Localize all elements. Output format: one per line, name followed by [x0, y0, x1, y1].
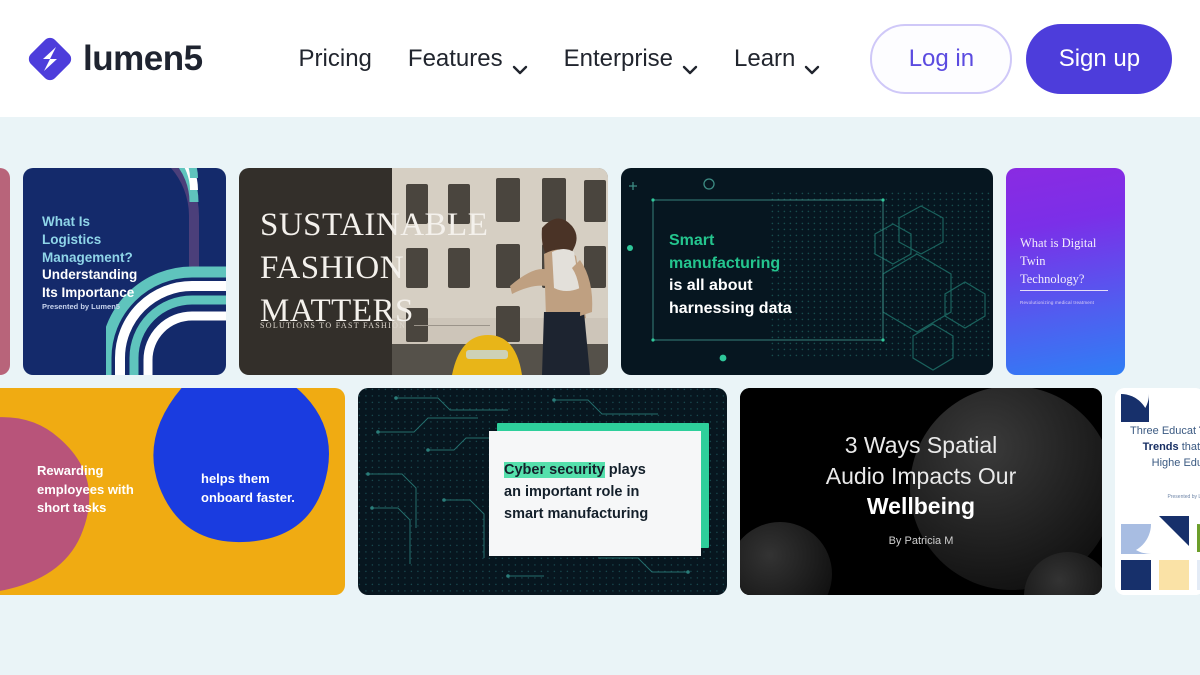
nav-item-enterprise-label: Enterprise — [563, 44, 674, 72]
onboard-text: helps them onboard faster. — [201, 470, 295, 507]
education-trends-subtitle: Presented by Lumen5 — [1167, 494, 1200, 500]
onboard-l2: onboard faster. — [201, 489, 295, 505]
signup-button[interactable]: Sign up — [1026, 23, 1173, 94]
nav-item-features-label: Features — [407, 44, 503, 72]
smart-title-l4: harnessing data — [669, 300, 792, 318]
education-trends-card[interactable]: Three Educat Technolog Trends that w Aff… — [1115, 388, 1200, 595]
cyber-title-l3: smart manufacturing — [504, 506, 649, 523]
gallery-row-2: Rewarding employees with short tasks hel… — [0, 388, 1200, 595]
main-nav: Pricing Features Enterprise Learn — [299, 44, 821, 74]
cyber-security-title: Cyber security plays an important role i… — [504, 459, 648, 525]
logistics-title-l2: Logistics — [42, 231, 102, 247]
auth-buttons: Log in Sign up — [870, 23, 1173, 94]
twin-title-l2: Twin — [1020, 254, 1046, 269]
reward-l3: short tasks — [37, 500, 107, 516]
chevron-down-icon — [512, 54, 528, 74]
nav-item-learn-label: Learn — [734, 44, 796, 72]
smart-title-l2: manufacturing — [669, 254, 781, 272]
template-gallery: ent ng or s en5 — [0, 117, 1200, 675]
edu-title-p3: Trends — [1142, 440, 1179, 453]
twin-title-l3: Technology? — [1020, 272, 1085, 287]
edu-title-p6: Education — [1183, 456, 1200, 469]
cyber-title-rest: plays — [604, 462, 646, 478]
site-header: lumen5 Pricing Features Enterprise Learn — [0, 0, 1200, 117]
edu-title-p1: Three Educat — [1130, 425, 1197, 437]
logo-text: lumen5 — [83, 39, 203, 78]
rewarding-text: Rewarding employees with short tasks — [37, 462, 134, 518]
reward-l1: Rewarding — [37, 463, 104, 478]
chevron-down-icon — [804, 54, 820, 74]
nav-item-pricing-label: Pricing — [298, 44, 372, 72]
logistics-management-card[interactable]: What Is Logistics Management? Understand… — [23, 168, 226, 375]
cyber-highlight: Cyber security — [504, 462, 605, 478]
divider — [1020, 290, 1108, 291]
fashion-title-l2: FASHION — [260, 249, 405, 286]
login-button[interactable]: Log in — [870, 23, 1013, 94]
page-root: lumen5 Pricing Features Enterprise Learn — [0, 0, 1200, 675]
logistics-card-title: What Is Logistics Management? Understand… — [42, 213, 137, 302]
digital-twin-title: What is Digital Twin Technology? — [1020, 234, 1096, 288]
reward-l2: employees with — [37, 481, 134, 497]
spatial-audio-card[interactable]: 3 Ways Spatial Audio Impacts Our Wellbei… — [740, 388, 1102, 595]
cyber-title-l2: an important role in — [504, 484, 640, 501]
smart-title-l3: is all about — [669, 277, 753, 295]
rewarding-rose-card[interactable]: ent ng or s en5 — [0, 168, 10, 375]
audio-title-l2: Audio Impacts Our — [825, 462, 1017, 489]
sustainable-fashion-card[interactable]: SUSTAINABLE FASHION MATTERS SOLUTIONS TO… — [239, 168, 608, 375]
audio-title-l1: 3 Ways Spatial — [844, 432, 998, 458]
nav-item-features[interactable]: Features — [407, 44, 528, 74]
cyber-text-panel: Cyber security plays an important role i… — [489, 431, 701, 556]
smart-manufacturing-title: Smart manufacturing is all about harness… — [669, 230, 792, 321]
rewarding-employees-card[interactable]: Rewarding employees with short tasks hel… — [0, 388, 345, 595]
logistics-title-l1: What Is — [42, 214, 91, 229]
logistics-title-l3: Management? — [42, 249, 133, 265]
digital-twin-card[interactable]: What is Digital Twin Technology? Revolut… — [1006, 168, 1125, 375]
cyber-title-l1: Cyber security plays — [504, 459, 648, 481]
logistics-card-subtitle: Presented by Lumen5 — [42, 302, 120, 311]
nav-item-enterprise[interactable]: Enterprise — [563, 44, 698, 74]
logo[interactable]: lumen5 — [26, 34, 203, 84]
chevron-down-icon — [682, 54, 698, 74]
nav-item-pricing[interactable]: Pricing — [299, 45, 372, 73]
spatial-audio-title: 3 Ways Spatial Audio Impacts Our Wellbei… — [740, 430, 1102, 522]
edu-title-p4: that w — [1181, 440, 1200, 453]
digital-twin-subtitle: Revolutionizing medical treatment — [1020, 300, 1095, 305]
smart-manufacturing-card[interactable]: Smart manufacturing is all about harness… — [621, 168, 993, 375]
gallery-row-1: ent ng or s en5 — [0, 168, 1200, 375]
logistics-title-l5: Its Importance — [42, 285, 135, 301]
onboard-l1: helps them — [201, 471, 270, 486]
twin-title-l1: What is Digital — [1020, 236, 1097, 250]
cyber-security-card[interactable]: Cyber security plays an important role i… — [358, 388, 727, 595]
education-trends-title: Three Educat Technolog Trends that w Aff… — [1127, 424, 1200, 472]
smart-title-l1: Smart — [669, 232, 715, 249]
lumen5-logo-icon — [26, 34, 74, 84]
fashion-subtitle-text: SOLUTIONS TO FAST FASHION — [260, 321, 407, 330]
fashion-title-l1: SUSTAINABLE — [260, 207, 489, 243]
audio-title-l3: Wellbeing — [866, 493, 976, 520]
nav-item-learn[interactable]: Learn — [734, 44, 820, 74]
fashion-card-subtitle: SOLUTIONS TO FAST FASHION — [260, 321, 490, 330]
fashion-card-title: SUSTAINABLE FASHION MATTERS — [260, 204, 488, 333]
spatial-audio-byline: By Patricia M — [888, 535, 954, 547]
logistics-title-l4: Understanding — [42, 267, 138, 283]
